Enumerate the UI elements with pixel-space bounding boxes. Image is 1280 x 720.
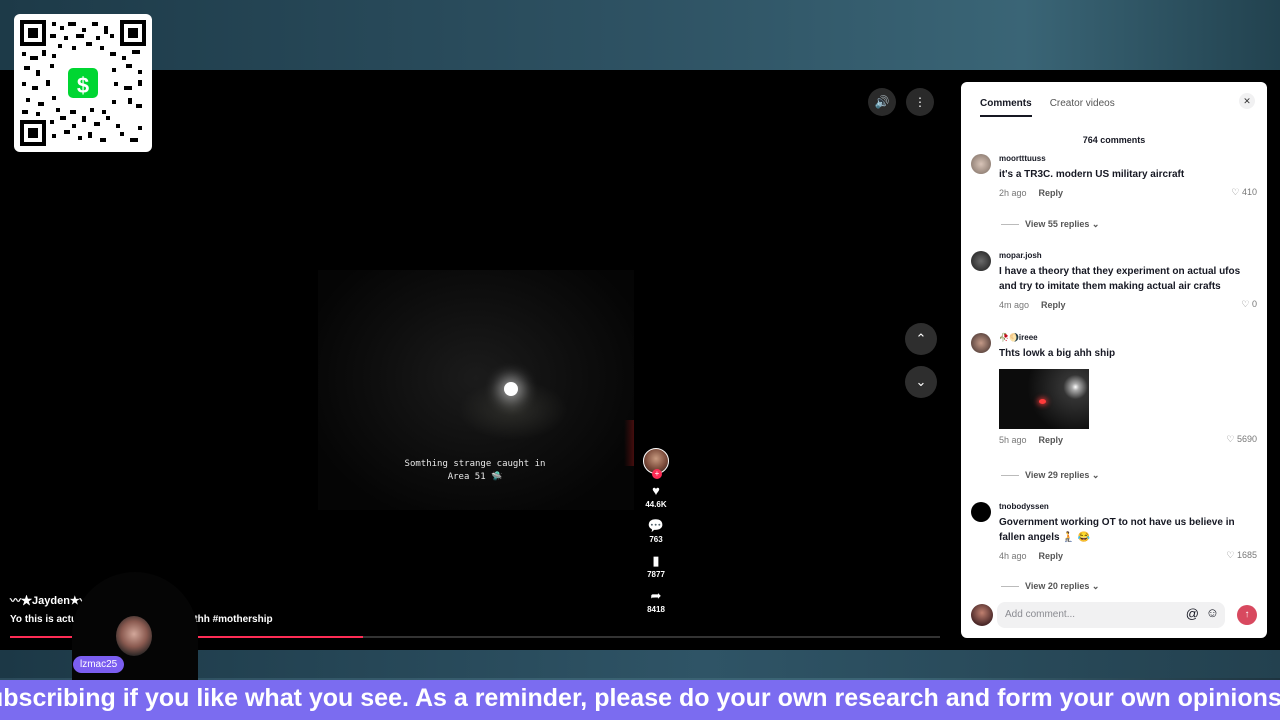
stream-top-band <box>0 0 1280 70</box>
comment-like-count: 1685 <box>1236 550 1257 560</box>
comment-input-row: Add comment... @ ☺ ↑ <box>971 602 1257 628</box>
like-action[interactable]: ♥ 44.6K <box>640 483 672 510</box>
reply-button[interactable]: Reply <box>1041 300 1066 310</box>
bookmark-icon: ▮ <box>652 553 660 568</box>
view-replies-label: View 20 replies <box>1025 581 1090 591</box>
video-red-glow <box>624 420 634 466</box>
comment-like[interactable]: ♡ 410 <box>1231 187 1257 198</box>
commenter-avatar[interactable] <box>971 154 991 174</box>
comment-like[interactable]: ♡ 1685 <box>1226 550 1257 561</box>
mention-icon[interactable]: @ <box>1186 606 1199 621</box>
chevron-down-icon: ⌄ <box>1091 581 1100 591</box>
comment-item: tnobodyssen Government working OT to not… <box>971 502 1257 561</box>
comment-time: 4h ago <box>999 551 1027 561</box>
creator-avatar[interactable]: + <box>643 448 669 479</box>
comment-text: it's a TR3C. modern US military aircraft <box>999 169 1185 180</box>
more-vertical-icon[interactable]: ⋮ <box>906 88 934 116</box>
tab-comments[interactable]: Comments <box>980 98 1032 117</box>
emoji-icon[interactable]: ☺ <box>1206 605 1219 620</box>
view-replies-label: View 55 replies <box>1025 219 1090 229</box>
comment-action[interactable]: 💬 763 <box>640 518 672 545</box>
cashapp-qr-code: $ <box>14 14 152 152</box>
view-replies-label: View 29 replies <box>1025 470 1090 480</box>
comment-item: 🥀🌖ireee Thts lowk a big ahh ship 5h ago … <box>971 333 1257 445</box>
save-count: 7877 <box>647 570 665 579</box>
comment-like-count: 410 <box>1241 187 1257 197</box>
heart-outline-icon: ♡ <box>1231 187 1240 197</box>
heart-icon: ♥ <box>652 483 660 498</box>
scrolling-ticker: ubscribing if you like what you see. As … <box>0 680 1280 720</box>
comment-like[interactable]: ♡ 5690 <box>1226 434 1257 445</box>
comment-text: Government working OT to not have us bel… <box>999 517 1235 543</box>
share-count: 8418 <box>647 605 665 614</box>
video-bright-light <box>504 382 518 396</box>
view-replies-button[interactable]: View 55 replies ⌄ <box>1001 219 1099 230</box>
view-replies-button[interactable]: View 20 replies ⌄ <box>1001 581 1099 592</box>
close-icon[interactable]: ✕ <box>1239 93 1255 109</box>
commenter-avatar[interactable] <box>971 251 991 271</box>
comment-item: moortttuuss it's a TR3C. modern US milit… <box>971 154 1257 198</box>
reply-button[interactable]: Reply <box>1039 188 1064 198</box>
action-rail: + ♥ 44.6K 💬 763 ▮ 7877 ➦ 8418 <box>640 448 672 614</box>
streamer-name-tag: lzmac25 <box>73 656 125 673</box>
like-count: 44.6K <box>645 500 667 509</box>
comments-count: 764 comments <box>1082 135 1146 145</box>
view-replies-button[interactable]: View 29 replies ⌄ <box>1001 470 1099 481</box>
comment-bubble-icon: 💬 <box>647 518 665 533</box>
share-arrow-icon: ➦ <box>650 588 662 603</box>
comment-username[interactable]: moortttuuss <box>999 154 1257 163</box>
commenter-avatar[interactable] <box>971 333 991 353</box>
comment-image-thumbnail[interactable] <box>999 369 1089 429</box>
comments-panel: Comments Creator videos ✕ 764 comments m… <box>961 82 1267 638</box>
comment-count: 763 <box>649 535 663 544</box>
comment-input[interactable]: Add comment... @ ☺ <box>997 602 1225 628</box>
streamer-face <box>116 616 152 656</box>
comment-text: Thts lowk a big ahh ship <box>999 348 1116 359</box>
heart-outline-icon: ♡ <box>1226 434 1235 444</box>
panel-tabs: Comments Creator videos <box>980 98 1115 117</box>
chevron-down-icon: ⌄ <box>1091 470 1100 480</box>
thumbnail-red-light <box>1039 399 1046 404</box>
video-caption: Somthing strange caught in Area 51 🛸 <box>404 459 546 482</box>
comment-username[interactable]: mopar.josh <box>999 251 1257 260</box>
comment-username[interactable]: tnobodyssen <box>999 502 1257 511</box>
description-start: Yo this is actu <box>10 614 78 625</box>
heart-outline-icon: ♡ <box>1241 299 1250 309</box>
comment-text: I have a theory that they experiment on … <box>999 266 1241 292</box>
comment-item: mopar.josh I have a theory that they exp… <box>971 251 1257 310</box>
cashapp-logo-icon: $ <box>65 65 101 101</box>
volume-icon[interactable]: 🔊 <box>868 88 896 116</box>
comment-like-count: 5690 <box>1236 434 1257 444</box>
comment-like[interactable]: ♡ 0 <box>1241 299 1257 310</box>
reply-button[interactable]: Reply <box>1039 435 1064 445</box>
tab-creator-videos[interactable]: Creator videos <box>1050 98 1115 117</box>
heart-outline-icon: ♡ <box>1226 550 1235 560</box>
comment-time: 4m ago <box>999 300 1030 310</box>
comment-like-count: 0 <box>1251 299 1257 309</box>
reply-button[interactable]: Reply <box>1039 551 1064 561</box>
current-user-avatar <box>971 604 993 626</box>
send-icon[interactable]: ↑ <box>1237 605 1257 625</box>
chevron-down-icon: ⌄ <box>1091 219 1100 229</box>
comment-time: 2h ago <box>999 188 1027 198</box>
follow-plus-icon[interactable]: + <box>652 469 662 479</box>
comment-time: 5h ago <box>999 435 1027 445</box>
save-action[interactable]: ▮ 7877 <box>640 553 672 580</box>
chevron-down-icon[interactable]: ⌄ <box>905 366 937 398</box>
commenter-avatar[interactable] <box>971 502 991 522</box>
chevron-up-icon[interactable]: ⌃ <box>905 323 937 355</box>
comment-input-placeholder: Add comment... <box>1005 609 1076 620</box>
share-action[interactable]: ➦ 8418 <box>640 588 672 615</box>
ticker-text: ubscribing if you like what you see. As … <box>0 684 1280 712</box>
comment-username[interactable]: 🥀🌖ireee <box>999 333 1257 342</box>
